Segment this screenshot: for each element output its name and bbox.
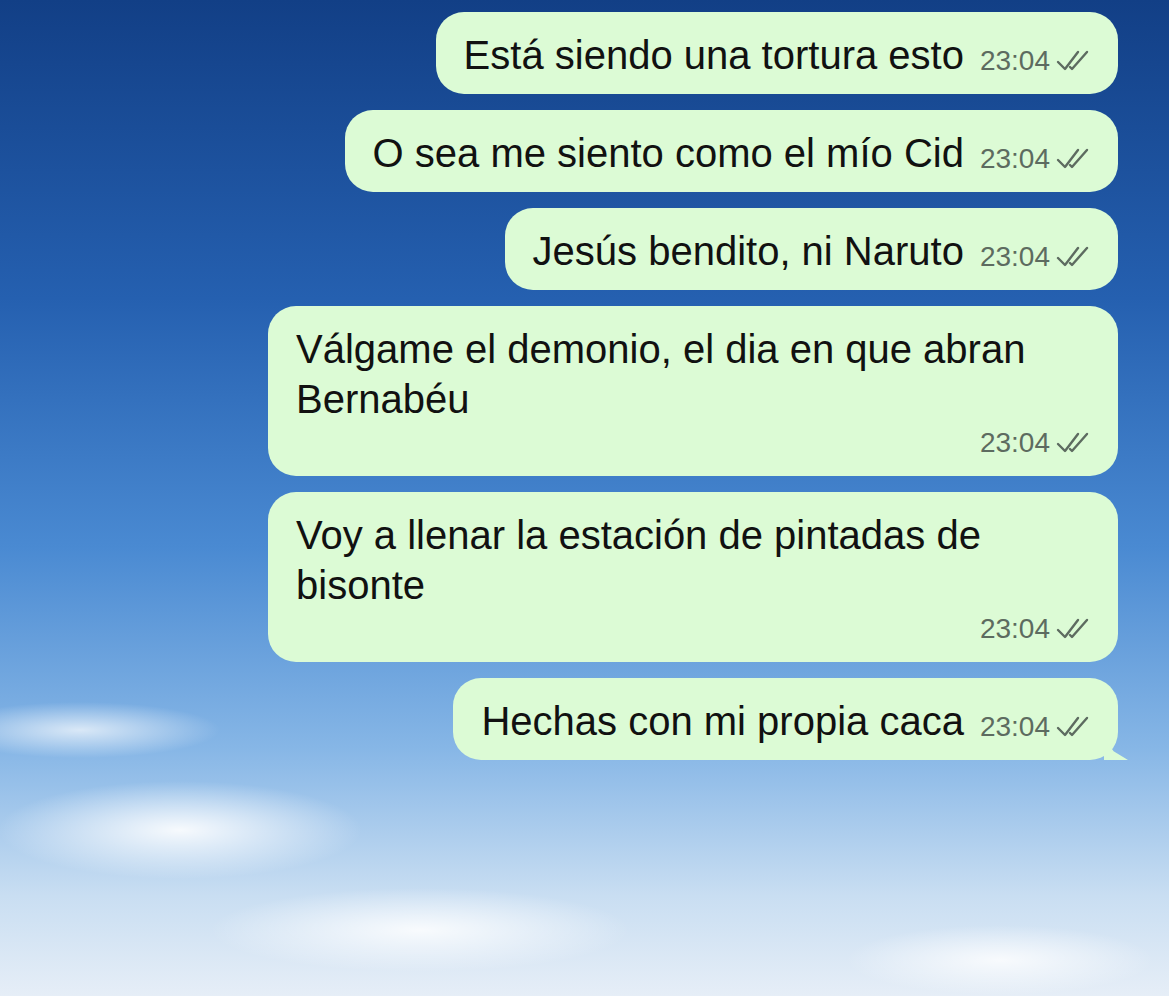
message-time: 23:04 — [980, 142, 1050, 176]
message-time: 23:04 — [980, 240, 1050, 274]
message-row: Jesús bendito, ni Naruto 23:04 — [40, 208, 1118, 290]
message-text: O sea me siento como el mío Cid — [373, 128, 964, 178]
message-row: Hechas con mi propia caca 23:04 — [40, 678, 1118, 760]
message-list[interactable]: Está siendo una tortura esto23:04O sea m… — [0, 0, 1169, 780]
chat-screen: Está siendo una tortura esto23:04O sea m… — [0, 0, 1169, 996]
message-text: Voy a llenar la estación de pintadas de … — [296, 510, 1090, 610]
message-meta: 23:04 — [980, 142, 1090, 178]
message-meta: 23:04 — [980, 710, 1090, 746]
message-bubble[interactable]: Válgame el demonio, el dia en que abran … — [268, 306, 1118, 476]
message-meta: 23:04 — [980, 612, 1090, 648]
message-row: Está siendo una tortura esto 23:04 — [40, 12, 1118, 94]
message-bubble[interactable]: Jesús bendito, ni Naruto 23:04 — [505, 208, 1118, 290]
message-bubble[interactable]: Hechas con mi propia caca 23:04 — [453, 678, 1118, 760]
message-meta: 23:04 — [980, 240, 1090, 276]
message-text: Hechas con mi propia caca — [481, 696, 963, 746]
message-meta: 23:04 — [980, 426, 1090, 462]
double-check-icon — [1056, 147, 1090, 171]
double-check-icon — [1056, 49, 1090, 73]
double-check-icon — [1056, 431, 1090, 455]
message-time: 23:04 — [980, 44, 1050, 78]
message-text: Está siendo una tortura esto — [464, 30, 964, 80]
message-bubble[interactable]: O sea me siento como el mío Cid 23:04 — [345, 110, 1118, 192]
double-check-icon — [1056, 617, 1090, 641]
message-row: O sea me siento como el mío Cid 23:04 — [40, 110, 1118, 192]
message-time: 23:04 — [980, 426, 1050, 460]
double-check-icon — [1056, 245, 1090, 269]
message-bubble[interactable]: Está siendo una tortura esto 23:04 — [436, 12, 1118, 94]
message-time: 23:04 — [980, 710, 1050, 744]
message-row: Válgame el demonio, el dia en que abran … — [40, 306, 1118, 476]
message-text: Válgame el demonio, el dia en que abran … — [296, 324, 1090, 424]
message-bubble[interactable]: Voy a llenar la estación de pintadas de … — [268, 492, 1118, 662]
message-meta: 23:04 — [980, 44, 1090, 80]
double-check-icon — [1056, 715, 1090, 739]
message-text: Jesús bendito, ni Naruto — [533, 226, 964, 276]
message-row: Voy a llenar la estación de pintadas de … — [40, 492, 1118, 662]
message-time: 23:04 — [980, 612, 1050, 646]
